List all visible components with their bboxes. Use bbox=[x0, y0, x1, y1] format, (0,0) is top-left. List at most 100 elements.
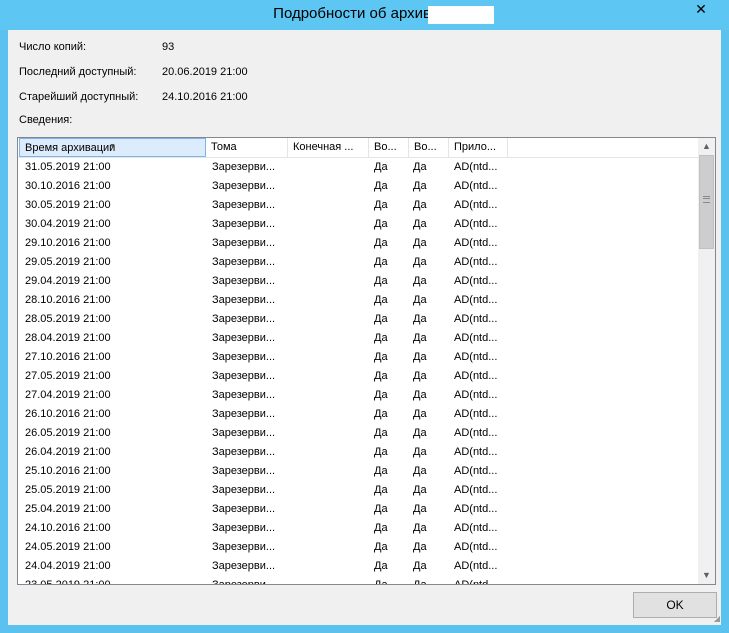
scroll-thumb[interactable] bbox=[699, 155, 714, 249]
table-cell: Да bbox=[374, 408, 388, 420]
scroll-down-icon[interactable]: ▼ bbox=[698, 567, 715, 584]
table-cell: Да bbox=[413, 446, 427, 458]
table-cell: AD(ntd... bbox=[454, 294, 498, 306]
table-cell: Да bbox=[413, 484, 427, 496]
table-row[interactable]: 29.10.2016 21:00 Зарезерви... Да Да AD(ntd..… bbox=[18, 234, 698, 253]
table-cell: Зарезерви... bbox=[212, 389, 276, 401]
table-cell: Да bbox=[413, 560, 427, 572]
table-row[interactable]: 28.10.2016 21:00 Зарезерви... Да Да AD(ntd..… bbox=[18, 291, 698, 310]
table-cell: Да bbox=[374, 484, 388, 496]
table-cell: Зарезерви... bbox=[212, 199, 276, 211]
table-cell: Да bbox=[374, 389, 388, 401]
table-row[interactable]: 23.05.2019 21:00 Зарезерви... Да Да AD(ntd..… bbox=[18, 576, 698, 585]
vertical-scrollbar[interactable]: ▲ ▼ bbox=[698, 138, 715, 584]
latest-value: 20.06.2019 21:00 bbox=[162, 66, 248, 78]
table-row[interactable]: 30.05.2019 21:00 Зарезерви... Да Да AD(ntd..… bbox=[18, 196, 698, 215]
ok-button[interactable]: OK bbox=[633, 592, 717, 618]
table-cell: Зарезерви... bbox=[212, 351, 276, 363]
table-cell bbox=[294, 557, 369, 576]
table-cell: Да bbox=[374, 579, 388, 585]
table-cell: Да bbox=[374, 161, 388, 173]
table-cell: AD(ntd... bbox=[454, 484, 498, 496]
table-row[interactable]: 26.04.2019 21:00 Зарезерви... Да Да AD(ntd..… bbox=[18, 443, 698, 462]
table-row[interactable]: 24.10.2016 21:00 Зарезерви... Да Да AD(ntd..… bbox=[18, 519, 698, 538]
sort-descending-icon: ▼ bbox=[109, 143, 116, 150]
table-cell bbox=[294, 272, 369, 291]
table-cell: AD(ntd... bbox=[454, 503, 498, 515]
table-row[interactable]: 30.04.2019 21:00 Зарезерви... Да Да AD(ntd..… bbox=[18, 215, 698, 234]
table-cell: AD(ntd... bbox=[454, 446, 498, 458]
table-row[interactable]: 31.05.2019 21:00 Зарезерви... Да Да AD(ntd..… bbox=[18, 158, 698, 177]
table-row[interactable]: 29.05.2019 21:00 Зарезерви... Да Да AD(ntd..… bbox=[18, 253, 698, 272]
table-row[interactable]: 27.04.2019 21:00 Зарезерви... Да Да AD(ntd..… bbox=[18, 386, 698, 405]
table-cell: Зарезерви... bbox=[212, 446, 276, 458]
table-cell: Да bbox=[374, 294, 388, 306]
table-cell: Зарезерви... bbox=[212, 218, 276, 230]
table-cell: Да bbox=[374, 370, 388, 382]
table-cell: Да bbox=[413, 351, 427, 363]
table-cell bbox=[294, 177, 369, 196]
table-cell: 25.10.2016 21:00 bbox=[25, 465, 111, 477]
table-cell: AD(ntd... bbox=[454, 275, 498, 287]
table-row[interactable]: 24.04.2019 21:00 Зарезерви... Да Да AD(ntd..… bbox=[18, 557, 698, 576]
table-cell: Зарезерви... bbox=[212, 503, 276, 515]
table-row[interactable]: 27.05.2019 21:00 Зарезерви... Да Да AD(ntd..… bbox=[18, 367, 698, 386]
table-cell: Да bbox=[374, 275, 388, 287]
table-cell: Да bbox=[413, 275, 427, 287]
table-row[interactable]: 30.10.2016 21:00 Зарезерви... Да Да AD(ntd..… bbox=[18, 177, 698, 196]
table-cell: AD(ntd... bbox=[454, 161, 498, 173]
table-row[interactable]: 25.10.2016 21:00 Зарезерви... Да Да AD(ntd..… bbox=[18, 462, 698, 481]
table-row[interactable]: 28.05.2019 21:00 Зарезерви... Да Да AD(ntd..… bbox=[18, 310, 698, 329]
column-header-backup-time[interactable]: Время архивации ▼ bbox=[19, 138, 206, 157]
table-row[interactable]: 28.04.2019 21:00 Зарезерви... Да Да AD(ntd..… bbox=[18, 329, 698, 348]
table-cell: Да bbox=[413, 522, 427, 534]
table-cell: Да bbox=[374, 199, 388, 211]
table-cell: 26.04.2019 21:00 bbox=[25, 446, 111, 458]
column-header-applications[interactable]: Прило... bbox=[449, 138, 508, 157]
table-row[interactable]: 25.05.2019 21:00 Зарезерви... Да Да AD(ntd..… bbox=[18, 481, 698, 500]
resize-grip-icon[interactable]: ◢ bbox=[710, 614, 720, 624]
table-row[interactable]: 26.05.2019 21:00 Зарезерви... Да Да AD(ntd..… bbox=[18, 424, 698, 443]
table-cell: Да bbox=[413, 199, 427, 211]
table-cell: Да bbox=[413, 256, 427, 268]
backup-list[interactable]: Время архивации ▼ Тома Конечная ... Во..… bbox=[17, 137, 716, 585]
table-cell: 28.05.2019 21:00 bbox=[25, 313, 111, 325]
table-cell: Да bbox=[413, 370, 427, 382]
table-cell: AD(ntd... bbox=[454, 256, 498, 268]
table-cell: Да bbox=[413, 294, 427, 306]
column-header-recovery-1[interactable]: Во... bbox=[369, 138, 409, 157]
table-cell: Да bbox=[413, 237, 427, 249]
table-cell: Да bbox=[374, 351, 388, 363]
table-cell: 23.05.2019 21:00 bbox=[25, 579, 111, 585]
table-cell: Зарезерви... bbox=[212, 465, 276, 477]
table-row[interactable]: 29.04.2019 21:00 Зарезерви... Да Да AD(ntd..… bbox=[18, 272, 698, 291]
table-cell bbox=[294, 196, 369, 215]
list-header: Время архивации ▼ Тома Конечная ... Во..… bbox=[18, 138, 698, 158]
table-cell bbox=[294, 576, 369, 584]
table-row[interactable]: 24.05.2019 21:00 Зарезерви... Да Да AD(ntd..… bbox=[18, 538, 698, 557]
column-header-recovery-2[interactable]: Во... bbox=[409, 138, 449, 157]
table-row[interactable]: 26.10.2016 21:00 Зарезерви... Да Да AD(ntd..… bbox=[18, 405, 698, 424]
scroll-up-icon[interactable]: ▲ bbox=[698, 138, 715, 155]
table-cell: AD(ntd... bbox=[454, 370, 498, 382]
close-button[interactable]: ✕ bbox=[679, 0, 723, 20]
table-cell: Да bbox=[413, 332, 427, 344]
table-row[interactable]: 25.04.2019 21:00 Зарезерви... Да Да AD(ntd..… bbox=[18, 500, 698, 519]
table-cell: Зарезерви... bbox=[212, 579, 276, 585]
window-title: Подробности об архивах - bbox=[273, 5, 456, 22]
table-cell: 26.05.2019 21:00 bbox=[25, 427, 111, 439]
table-cell: Да bbox=[413, 408, 427, 420]
table-cell: Зарезерви... bbox=[212, 180, 276, 192]
table-cell: 28.04.2019 21:00 bbox=[25, 332, 111, 344]
column-header-volumes[interactable]: Тома bbox=[206, 138, 288, 157]
table-cell: Зарезерви... bbox=[212, 484, 276, 496]
table-cell: Да bbox=[413, 579, 427, 585]
table-cell: Да bbox=[374, 427, 388, 439]
table-cell: AD(ntd... bbox=[454, 180, 498, 192]
table-cell: 27.05.2019 21:00 bbox=[25, 370, 111, 382]
table-row[interactable]: 27.10.2016 21:00 Зарезерви... Да Да AD(ntd..… bbox=[18, 348, 698, 367]
column-header-target[interactable]: Конечная ... bbox=[288, 138, 369, 157]
table-cell: Зарезерви... bbox=[212, 313, 276, 325]
table-cell: Да bbox=[374, 218, 388, 230]
table-cell: AD(ntd... bbox=[454, 560, 498, 572]
